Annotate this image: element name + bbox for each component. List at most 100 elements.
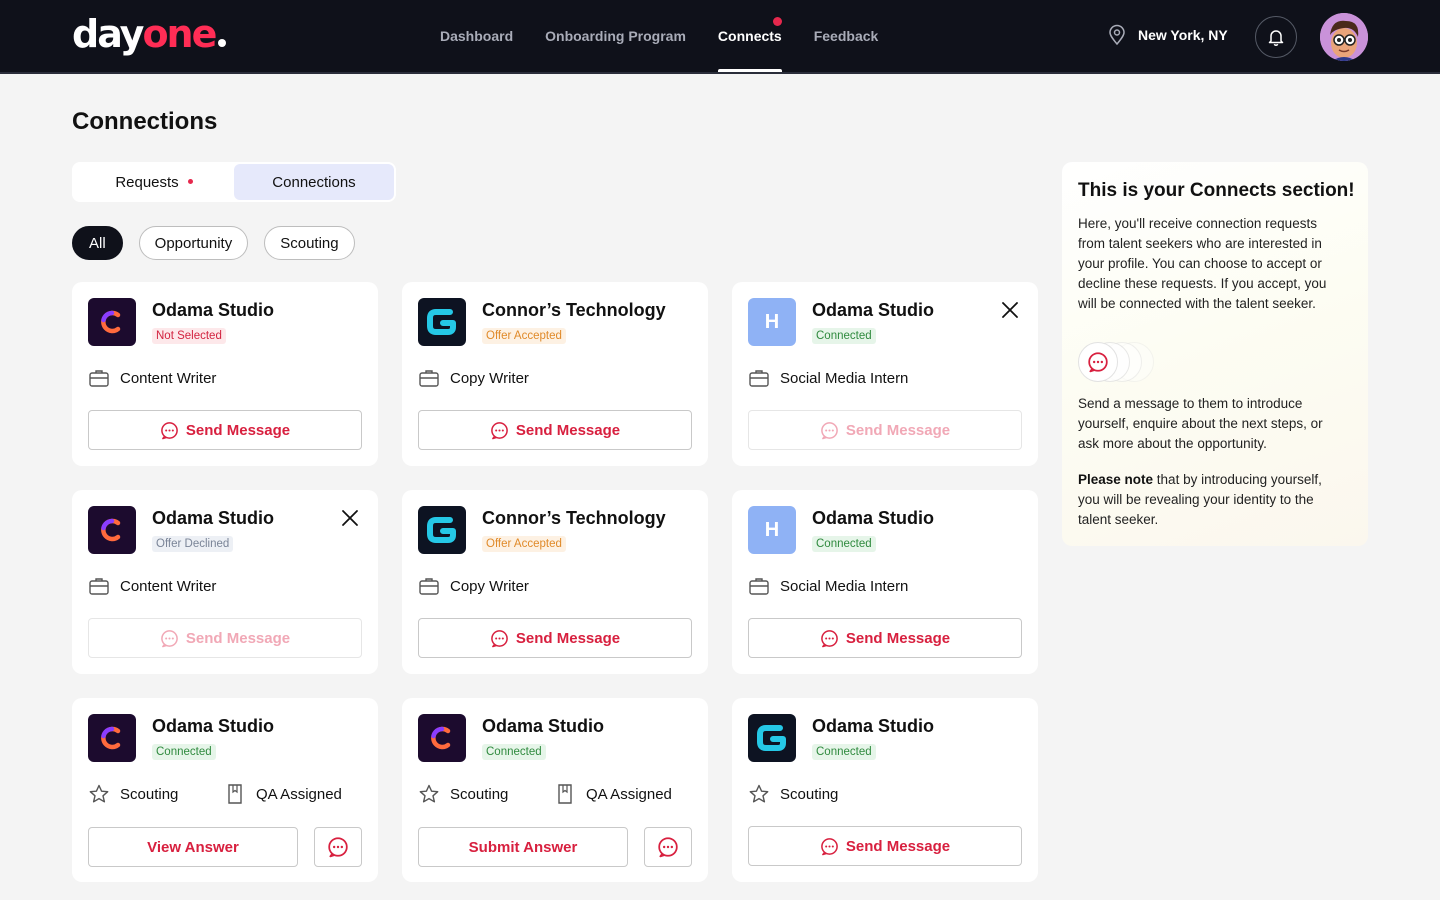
logo-text-day: day	[72, 12, 144, 56]
send-message-button[interactable]: Send Message	[748, 618, 1022, 658]
scouting-label: Scouting	[120, 785, 179, 803]
send-message-button[interactable]: Send Message	[418, 410, 692, 450]
main-nav: Dashboard Onboarding Program Connects Fe…	[440, 0, 910, 72]
button-label: Send Message	[845, 629, 951, 647]
scouting-info: Scouting	[418, 783, 508, 805]
company-name: Odama Studio	[152, 716, 275, 736]
send-message-button[interactable]: Send Message	[88, 410, 362, 450]
star-icon	[748, 783, 770, 805]
company-logo	[418, 714, 466, 762]
company-name: Connor’s Technology	[482, 300, 666, 320]
button-label: Send Message	[845, 837, 951, 855]
message-bubble-icon	[1078, 342, 1118, 382]
briefcase-icon	[748, 575, 770, 597]
star-icon	[418, 783, 440, 805]
send-message-button[interactable]: Send Message	[88, 618, 362, 658]
top-navigation-bar: day one Dashboard Onboarding Program Conn…	[0, 0, 1440, 74]
message-icon	[657, 836, 679, 858]
bell-icon	[1268, 30, 1284, 46]
close-icon[interactable]	[340, 508, 360, 528]
view-answer-button[interactable]: View Answer	[88, 827, 298, 867]
company-logo	[88, 298, 136, 346]
logo-dot	[218, 39, 227, 47]
message-icon	[820, 421, 839, 440]
status-badge: Connected	[812, 328, 876, 344]
company-logo: H	[748, 298, 796, 346]
location-selector[interactable]: New York, NY	[1106, 24, 1228, 46]
company-name: Odama Studio	[152, 300, 275, 320]
send-message-button[interactable]: Send Message	[748, 410, 1022, 450]
status-badge: Connected	[812, 744, 876, 760]
role-label: Social Media Intern	[780, 369, 909, 387]
connection-card: Odama Studio Connected Scouting QA Assig…	[402, 698, 708, 882]
company-logo	[418, 298, 466, 346]
status-badge: Connected	[482, 744, 546, 760]
tab-requests[interactable]: Requests	[74, 164, 234, 200]
message-icon	[490, 421, 509, 440]
tab-connections[interactable]: Connections	[234, 164, 394, 200]
avatar-illustration	[1320, 13, 1368, 61]
connection-card: Odama Studio Offer Declined Content Writ…	[72, 490, 378, 674]
message-icon	[160, 421, 179, 440]
filter-all[interactable]: All	[72, 226, 123, 260]
scouting-info: Scouting	[748, 783, 838, 805]
scouting-label: Scouting	[780, 785, 839, 803]
message-button[interactable]	[644, 827, 692, 867]
company-name: Odama Studio	[812, 300, 935, 320]
message-icon	[327, 836, 349, 858]
send-message-button[interactable]: Send Message	[748, 826, 1022, 866]
nav-feedback[interactable]: Feedback	[814, 0, 879, 72]
bookmark-icon	[224, 783, 246, 805]
status-badge: Connected	[152, 744, 216, 760]
connection-card: Odama Studio Connected Scouting QA Assig…	[72, 698, 378, 882]
role-label: Social Media Intern	[780, 577, 909, 595]
status-badge: Offer Accepted	[482, 536, 566, 552]
role-label: Copy Writer	[450, 369, 529, 387]
company-name: Odama Studio	[812, 508, 935, 528]
nav-dashboard[interactable]: Dashboard	[440, 0, 513, 72]
message-icon	[1087, 351, 1109, 373]
company-logo: H	[748, 506, 796, 554]
qa-label: QA Assigned	[586, 785, 672, 803]
status-badge: Offer Declined	[152, 536, 234, 552]
company-name: Odama Studio	[152, 508, 275, 528]
nav-connects[interactable]: Connects	[717, 0, 782, 72]
role-info: Social Media Intern	[748, 367, 908, 389]
briefcase-icon	[748, 367, 770, 389]
info-paragraph-message: Send a message to them to introduce your…	[1078, 396, 1323, 451]
company-name: Connor’s Technology	[482, 508, 666, 528]
role-label: Content Writer	[120, 369, 217, 387]
logo-text-one: one	[142, 12, 217, 56]
scouting-info: Scouting	[88, 783, 178, 805]
location-pin-icon	[1109, 24, 1125, 46]
star-icon	[88, 783, 110, 805]
briefcase-icon	[88, 367, 110, 389]
company-logo	[748, 714, 796, 762]
company-logo	[88, 506, 136, 554]
user-avatar[interactable]	[1320, 13, 1368, 61]
briefcase-icon	[418, 575, 440, 597]
close-icon[interactable]	[1000, 300, 1020, 320]
role-info: Content Writer	[88, 575, 216, 597]
location-label: New York, NY	[1138, 27, 1228, 43]
filter-opportunity[interactable]: Opportunity	[138, 226, 249, 260]
qa-info: QA Assigned	[224, 783, 342, 805]
button-label: Send Message	[515, 629, 621, 647]
connection-card: H Odama Studio Connected Social Media In…	[732, 490, 1038, 674]
nav-onboarding-program[interactable]: Onboarding Program	[545, 0, 686, 72]
bookmark-icon	[554, 783, 576, 805]
message-button[interactable]	[314, 827, 362, 867]
filter-scouting[interactable]: Scouting	[264, 226, 355, 260]
dayone-logo[interactable]: day one	[72, 12, 227, 58]
button-label: Send Message	[515, 421, 621, 439]
notifications-button[interactable]	[1255, 16, 1297, 58]
message-illustration	[1078, 342, 1168, 382]
submit-answer-button[interactable]: Submit Answer	[418, 827, 628, 867]
requests-notification-dot	[187, 178, 193, 184]
send-message-button[interactable]: Send Message	[418, 618, 692, 658]
connection-card: Connor’s Technology Offer Accepted Copy …	[402, 490, 708, 674]
status-badge: Connected	[812, 536, 876, 552]
button-label: Send Message	[185, 421, 291, 439]
message-icon	[160, 629, 179, 648]
message-icon	[820, 629, 839, 648]
